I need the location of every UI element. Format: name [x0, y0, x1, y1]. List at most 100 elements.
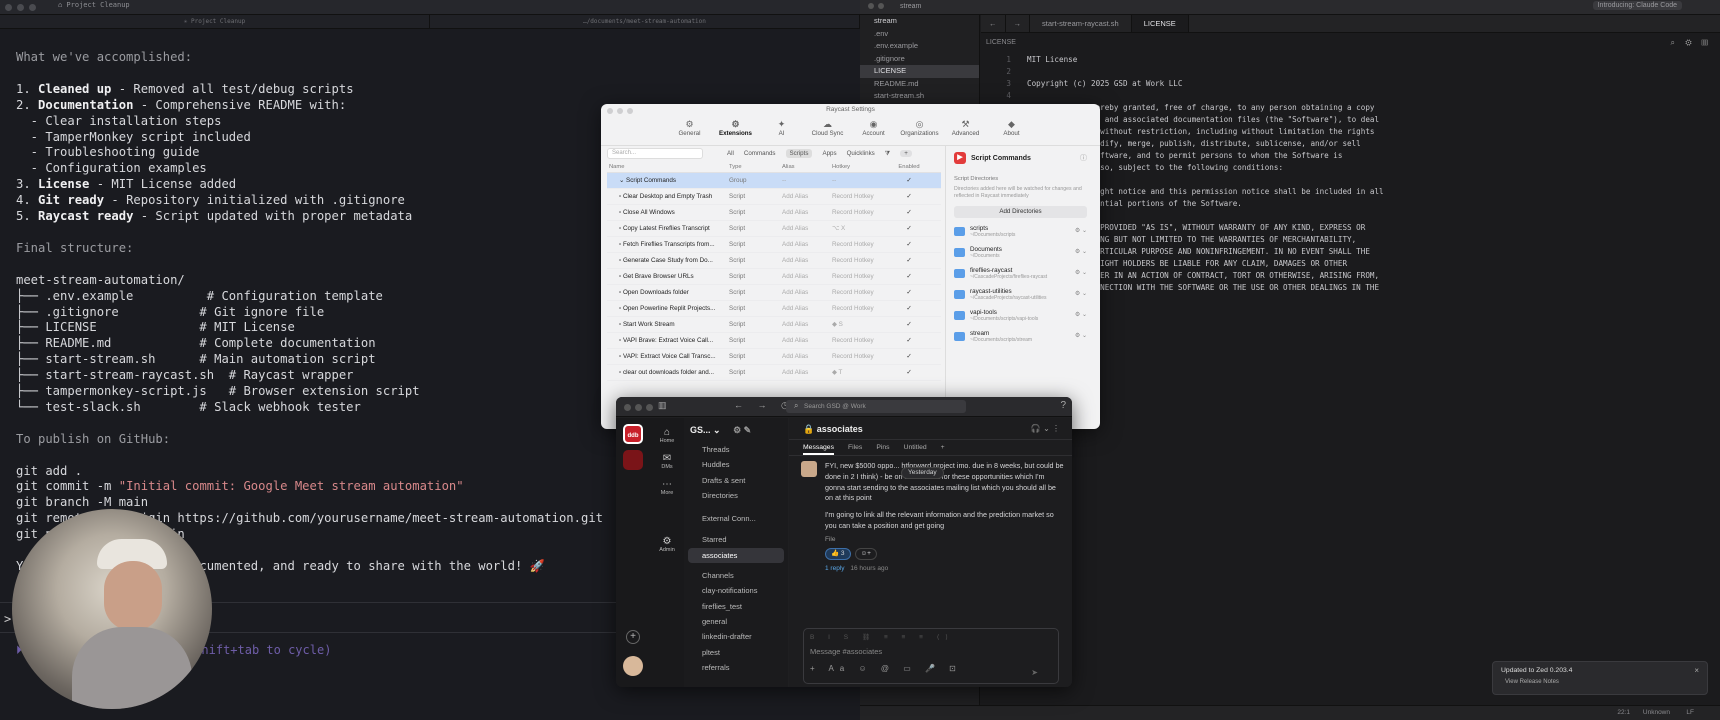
table-row[interactable]: ▫ Open Powerline Replit Projects... Scrip…	[607, 301, 941, 317]
tab-messages[interactable]: Messages	[803, 440, 834, 455]
filter-quicklinks[interactable]: Quicklinks	[847, 150, 875, 157]
directory-options-icon[interactable]: ⚙ ⌄	[1075, 246, 1087, 260]
enabled-checkbox[interactable]: ✓	[889, 349, 929, 364]
cell-hotkey[interactable]: Record Hotkey	[832, 349, 889, 364]
file-item[interactable]: .gitignore	[860, 53, 979, 66]
project-name[interactable]: stream	[900, 3, 921, 10]
minimize-dot[interactable]	[17, 4, 24, 11]
line-ending[interactable]: LF	[1686, 709, 1694, 716]
nav-back-icon[interactable]: ←	[981, 15, 1006, 32]
cursor-position[interactable]: 22:1	[1617, 709, 1630, 716]
cell-hotkey[interactable]: Record Hotkey	[832, 253, 889, 268]
reaction-thumbsup[interactable]: 👍 3	[825, 547, 851, 561]
enabled-checkbox[interactable]: ✓	[889, 253, 929, 268]
channel-item[interactable]: fireflies_test	[684, 599, 788, 614]
nav-directories[interactable]: Directories	[684, 488, 788, 503]
cell-alias[interactable]: Add Alias	[782, 285, 832, 300]
sidebar-toggle-icon[interactable]: ▥	[658, 400, 667, 411]
channel-item[interactable]: general	[684, 614, 788, 629]
table-row[interactable]: ▫ Start Work Stream Script Add Alias ◆ S ✓	[607, 317, 941, 333]
rail-dms[interactable]: ✉ DMs	[650, 453, 684, 470]
nav-drafts[interactable]: Drafts & sent	[684, 473, 788, 488]
tab-pins[interactable]: Pins	[876, 440, 889, 455]
nav-extensions[interactable]: ⚙ Extensions	[713, 116, 759, 145]
col-hotkey[interactable]: Hotkey	[832, 161, 889, 172]
cell-alias[interactable]: Add Alias	[782, 189, 832, 204]
nav-huddles[interactable]: Huddles	[684, 457, 788, 472]
cell-hotkey[interactable]: --	[832, 173, 889, 188]
close-dot[interactable]	[607, 108, 613, 114]
cell-hotkey[interactable]: Record Hotkey	[832, 333, 889, 348]
slack-search[interactable]: Search GSD @ Work	[786, 400, 966, 413]
file-item-selected[interactable]: LICENSE	[860, 65, 979, 78]
date-pill[interactable]: Yesterday	[901, 467, 944, 479]
table-row[interactable]: ▫ clear out downloads folder and... Scrip…	[607, 365, 941, 381]
header-actions-icon[interactable]: 🎧 ⌄ ⋮	[1031, 418, 1060, 440]
directory-options-icon[interactable]: ⚙ ⌄	[1075, 330, 1087, 344]
col-name[interactable]: Name	[607, 161, 729, 172]
minimize-dot[interactable]	[635, 404, 642, 411]
enabled-checkbox[interactable]: ✓	[889, 269, 929, 284]
directory-options-icon[interactable]: ⚙ ⌄	[1075, 309, 1087, 323]
table-row[interactable]: ▫ Clear Desktop and Empty Trash Script Add…	[607, 189, 941, 205]
notice-badge[interactable]: Introducing: Claude Code	[1592, 1, 1682, 10]
code-line[interactable]: 4	[981, 90, 1720, 102]
cell-alias[interactable]: Add Alias	[782, 301, 832, 316]
section-external[interactable]: External Conn...	[684, 511, 788, 526]
cell-hotkey[interactable]: Record Hotkey	[832, 205, 889, 220]
language[interactable]: Unknown	[1643, 709, 1670, 716]
enabled-checkbox[interactable]: ✓	[889, 285, 929, 300]
directory-item[interactable]: scripts ~/Documents/scripts ⚙ ⌄	[954, 225, 1087, 239]
enabled-checkbox[interactable]: ✓	[889, 301, 929, 316]
directory-item[interactable]: stream ~/Documents/scripts/stream ⚙ ⌄	[954, 330, 1087, 344]
code-line[interactable]: 1 MIT License	[981, 54, 1720, 66]
directory-item[interactable]: Documents ~/Documents ⚙ ⌄	[954, 246, 1087, 260]
code-line[interactable]: 2	[981, 66, 1720, 78]
cell-hotkey[interactable]: Record Hotkey	[832, 301, 889, 316]
enabled-checkbox[interactable]: ✓	[889, 317, 929, 332]
add-directories-button[interactable]: Add Directories	[954, 206, 1087, 218]
table-row[interactable]: ⌄ Script Commands Group -- -- ✓	[607, 173, 941, 189]
thread-reply[interactable]: 1 reply 16 hours ago	[825, 564, 1065, 575]
editor-toolbar-icons[interactable]: ⌕ ⚙ ▥	[1671, 38, 1713, 48]
file-item[interactable]: start-stream.sh	[860, 90, 979, 103]
rail-admin[interactable]: ⚙ Admin	[650, 536, 684, 553]
terminal-tab-2[interactable]: …/documents/meet-stream-automation	[430, 15, 860, 28]
close-icon[interactable]: ×	[1694, 666, 1699, 675]
tab-license[interactable]: LICENSE	[1131, 15, 1189, 32]
close-dot[interactable]	[5, 4, 12, 11]
cell-hotkey[interactable]: Record Hotkey	[832, 189, 889, 204]
enabled-checkbox[interactable]: ✓	[889, 237, 929, 252]
cell-hotkey[interactable]: ◆ S	[832, 317, 889, 332]
nav-organizations[interactable]: ◎ Organizations	[897, 116, 943, 145]
cell-hotkey[interactable]: Record Hotkey	[832, 237, 889, 252]
channel-associates[interactable]: associates	[688, 547, 784, 564]
table-row[interactable]: ▫ Get Brave Browser URLs Script Add Alias R…	[607, 269, 941, 285]
send-icon[interactable]: ➤	[1031, 668, 1038, 677]
close-dot[interactable]	[624, 404, 631, 411]
directory-item[interactable]: vapi-tools ~/Documents/scripts/vapi-tools…	[954, 309, 1087, 323]
cell-hotkey[interactable]: Record Hotkey	[832, 269, 889, 284]
channel-item[interactable]: linkedin-drafter	[684, 629, 788, 644]
add-workspace-icon[interactable]: +	[626, 630, 640, 644]
cell-alias[interactable]: Add Alias	[782, 269, 832, 284]
filter-commands[interactable]: Commands	[744, 150, 776, 157]
minimize-dot[interactable]	[878, 3, 884, 9]
zoom-dot[interactable]	[29, 4, 36, 11]
directory-item[interactable]: fireflies-raycast ~/CascadeProjects/firef…	[954, 267, 1087, 281]
compose-input[interactable]: Message #associates	[804, 645, 1058, 658]
col-enabled[interactable]: Enabled	[889, 161, 929, 172]
cell-alias[interactable]: Add Alias	[782, 317, 832, 332]
channel-item[interactable]: referrals	[684, 660, 788, 675]
zoom-dot[interactable]	[627, 108, 633, 114]
cell-hotkey[interactable]: ⌥ X	[832, 221, 889, 236]
enabled-checkbox[interactable]: ✓	[889, 333, 929, 348]
nav-cloud-sync[interactable]: ☁ Cloud Sync	[805, 116, 851, 145]
cell-alias[interactable]: Add Alias	[782, 221, 832, 236]
enabled-checkbox[interactable]: ✓	[889, 221, 929, 236]
filter-icon[interactable]: ⧩	[885, 150, 891, 158]
workspace-icon-gsd[interactable]: ddb	[623, 424, 643, 444]
info-icon[interactable]: ⓘ	[1080, 153, 1087, 163]
nav-threads[interactable]: Threads	[684, 442, 788, 457]
cell-alias[interactable]: --	[782, 173, 832, 188]
